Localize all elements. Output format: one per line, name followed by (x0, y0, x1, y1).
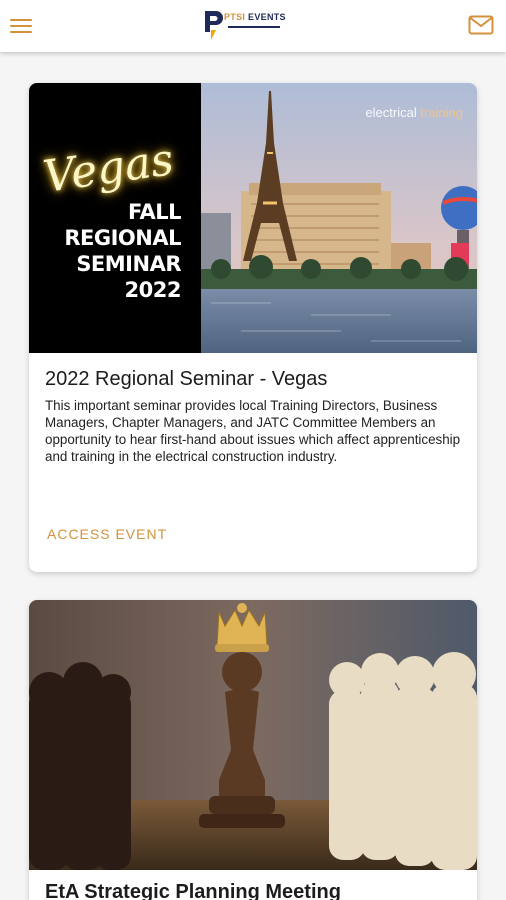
hamburger-icon-bar (10, 31, 32, 33)
event-description: This important seminar provides local Tr… (45, 398, 461, 464)
banner-line: REGIONAL (64, 226, 181, 250)
logo-brand: PTSI (224, 12, 246, 22)
logo-text: PTSI EVENTS (224, 12, 286, 22)
partner-logo-tail: training (420, 105, 463, 120)
banner-photo: electrical training (201, 83, 477, 353)
event-card[interactable]: EtA Strategic Planning Meeting (29, 600, 477, 900)
banner-line: 2022 (124, 278, 182, 302)
chess-pieces-image (29, 600, 477, 870)
logo-mark-icon (205, 11, 223, 40)
logo-suffix: EVENTS (248, 12, 286, 22)
logo-underline (228, 26, 280, 28)
mail-button[interactable] (468, 14, 494, 36)
event-card[interactable]: Vegas FALL REGIONAL SEMINAR 2022 electri… (29, 83, 477, 572)
mail-icon (468, 15, 494, 35)
access-event-button[interactable]: ACCESS EVENT (47, 526, 167, 542)
banner-script-text: Vegas (40, 134, 177, 203)
event-banner (29, 600, 477, 870)
las-vegas-skyline-image (201, 83, 477, 353)
banner-line: SEMINAR (76, 252, 181, 276)
partner-logo-lead: electrical (365, 105, 417, 120)
menu-button[interactable] (10, 16, 34, 36)
event-banner: Vegas FALL REGIONAL SEMINAR 2022 electri… (29, 83, 477, 353)
event-details: 2022 Regional Seminar - Vegas This impor… (29, 353, 477, 465)
banner-headline: FALL REGIONAL SEMINAR 2022 (61, 199, 181, 303)
banner-title-panel: Vegas FALL REGIONAL SEMINAR 2022 (29, 83, 201, 353)
event-title: EtA Strategic Planning Meeting (45, 881, 341, 900)
app-logo: PTSI EVENTS (202, 8, 302, 44)
event-title: 2022 Regional Seminar - Vegas (45, 368, 328, 390)
banner-line: FALL (128, 200, 181, 224)
app-bar: PTSI EVENTS (0, 0, 506, 52)
hamburger-icon-bar (10, 19, 32, 21)
hamburger-icon-bar (10, 25, 32, 27)
partner-logo: electrical training (365, 105, 463, 120)
